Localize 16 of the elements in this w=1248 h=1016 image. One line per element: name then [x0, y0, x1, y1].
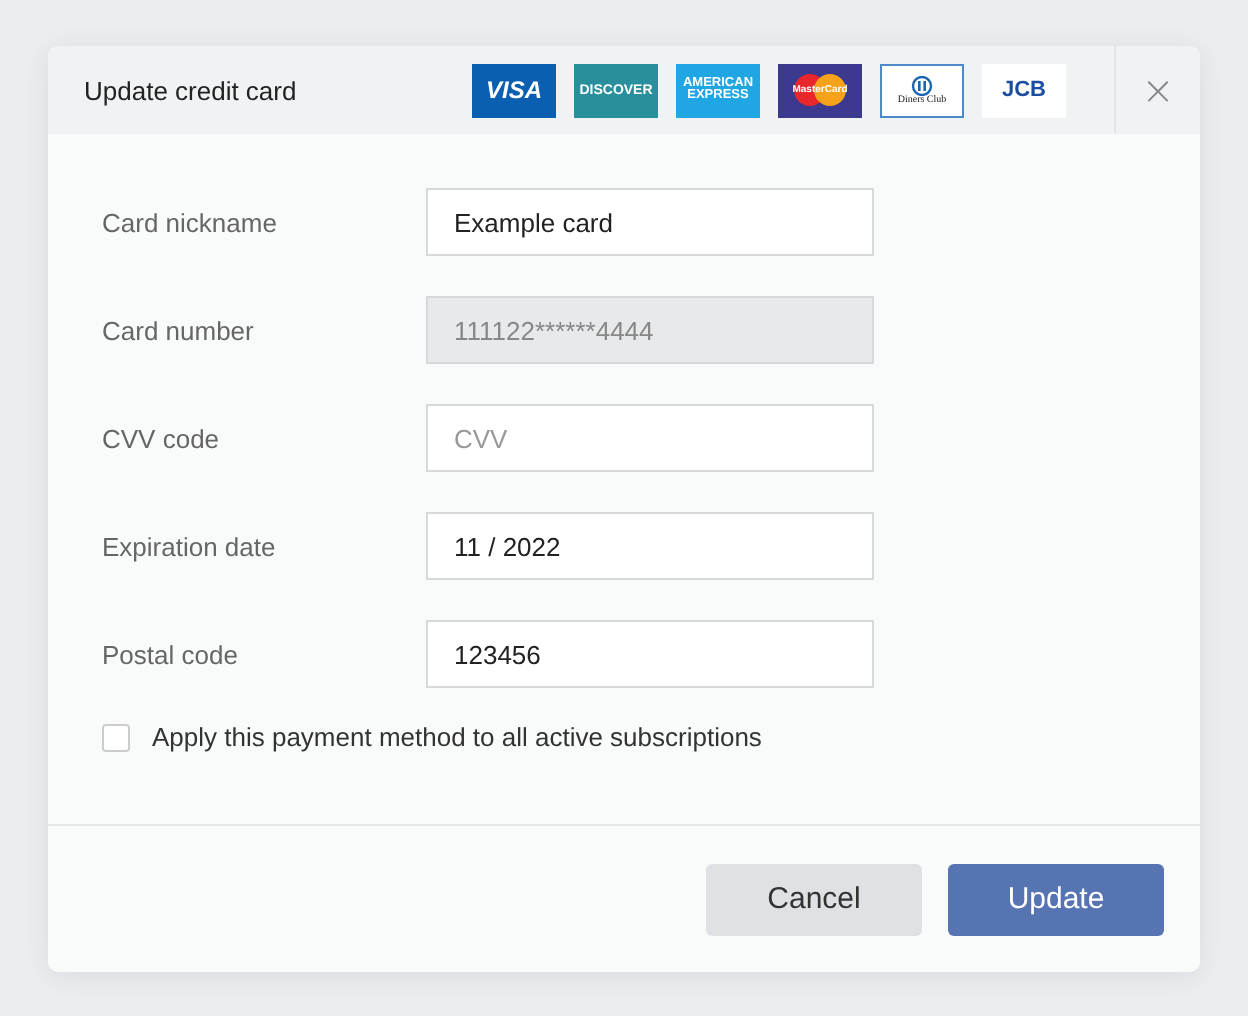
input-field[interactable]: CVV [426, 404, 874, 472]
field-label: Card number [102, 315, 256, 345]
card-logo: JCB [982, 63, 1066, 117]
checkbox-label[interactable]: Apply this payment method to all active subscriptions [152, 722, 762, 752]
card-logo: VISA [472, 63, 556, 117]
input-field[interactable]: 11 / 2022 [426, 512, 874, 580]
field-label: CVV code [102, 423, 222, 453]
update-button[interactable]: Update [948, 863, 1164, 935]
field-label: Expiration date [102, 531, 278, 561]
cancel-button[interactable]: Cancel [706, 863, 922, 935]
input-field[interactable]: Example card [426, 188, 874, 256]
field-label: Postal code [102, 639, 240, 669]
dialog-title: Update credit card [82, 75, 299, 105]
field-label: Card nickname [102, 207, 279, 237]
input-field[interactable]: 123456 [426, 620, 874, 688]
checkbox[interactable] [102, 723, 130, 751]
